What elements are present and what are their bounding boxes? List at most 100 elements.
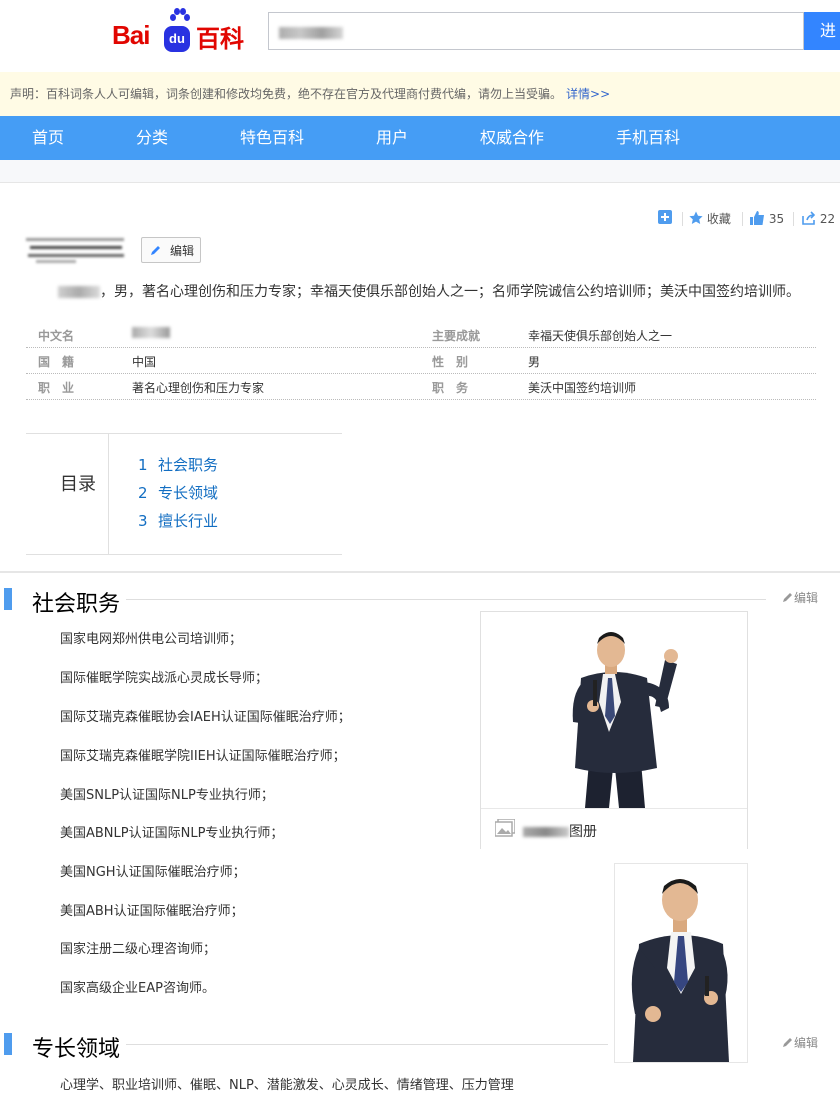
notice-text: 声明：百科词条人人可编辑，词条创建和修改均免费，绝不存在官方及代理商付费代编，请… [10, 87, 563, 101]
paragraph: 国际艾瑞克森催眠协会IAEH认证国际催眠治疗师； [60, 710, 351, 725]
collect-button[interactable]: 收藏 [689, 210, 731, 228]
album-caption: 图册 [523, 821, 597, 841]
info-value: 男 [528, 355, 541, 369]
info-key: 中文名 [38, 329, 75, 343]
info-value: 美沃中国签约培训师 [528, 381, 637, 395]
baidu-baike-logo[interactable]: Bai du 百科 [112, 8, 252, 53]
toc-item-number: 3 [138, 512, 148, 530]
table-of-contents: 目录 1 社会职务 2 专长领域 3 擅长行业 [26, 433, 342, 555]
summary-name-blurred [58, 286, 100, 298]
section-divider [0, 571, 840, 573]
summary-text: ，男，著名心理创伤和压力专家；幸福天使俱乐部创始人之一；名师学院诚信公约培训师；… [100, 284, 800, 300]
info-key: 国 籍 [38, 355, 75, 369]
search-query-blurred [279, 27, 343, 39]
section-rule [126, 599, 766, 600]
add-icon[interactable] [658, 210, 672, 228]
toolbar-divider [793, 212, 794, 226]
basic-info-table: 中文名 主要成就 幸福天使俱乐部创始人之一 国 籍 中国 性 别 男 职 业 著… [26, 322, 816, 400]
toc-item-social[interactable]: 1 社会职务 [138, 454, 218, 475]
paragraph: 国家高级企业EAP咨询师。 [60, 981, 215, 996]
header: Bai du 百科 进 [0, 0, 840, 72]
section-edit-label: 编辑 [794, 591, 819, 605]
info-value: 中国 [132, 355, 157, 369]
star-icon [689, 211, 703, 224]
info-key: 主要成就 [432, 329, 481, 343]
logo-bai: Bai [112, 20, 150, 50]
collect-label: 收藏 [706, 212, 731, 226]
edit-entry-label: 编辑 [170, 244, 195, 258]
paragraph: 国家注册二级心理咨询师； [60, 942, 217, 957]
section-marker [4, 1033, 12, 1055]
toolbar-divider [742, 212, 743, 226]
pencil-icon [783, 1038, 792, 1047]
share-count: 22 [819, 212, 836, 226]
info-key: 职 务 [432, 381, 469, 395]
section-edit-button[interactable]: 编辑 [782, 589, 818, 606]
toc-item-industry[interactable]: 3 擅长行业 [138, 510, 218, 531]
album-footer: 图册 [481, 808, 747, 849]
share-icon [802, 211, 816, 225]
main-nav: 首页 分类 特色百科 用户 权威合作 手机百科 [0, 116, 840, 160]
section-rule [126, 1044, 608, 1045]
nav-item-category[interactable]: 分类 [136, 116, 168, 160]
info-row: 职 业 著名心理创伤和压力专家 职 务 美沃中国签约培训师 [26, 374, 816, 400]
toc-divider [108, 434, 109, 554]
notice-bar: 声明：百科词条人人可编辑，词条创建和修改均免费，绝不存在官方及代理商付费代编，请… [0, 72, 840, 116]
paragraph: 国际催眠学院实战派心灵成长导师； [60, 671, 269, 686]
info-key: 职 业 [38, 381, 75, 395]
search-button[interactable]: 进 [804, 12, 840, 50]
entry-title-blurred [26, 236, 126, 263]
section-edit-label: 编辑 [794, 1036, 819, 1050]
info-row: 国 籍 中国 性 别 男 [26, 348, 816, 374]
thumbs-up-icon [750, 211, 764, 225]
image-gallery-icon [495, 819, 515, 837]
info-value-blurred [132, 327, 170, 341]
section-title-social: 社会职务 [32, 592, 121, 617]
logo-baike: 百科 [196, 25, 244, 53]
paw-icon [170, 8, 190, 26]
paragraph: 美国NGH认证国际催眠治疗师； [60, 865, 246, 880]
nav-item-authority[interactable]: 权威合作 [480, 116, 544, 160]
nav-item-user[interactable]: 用户 [376, 116, 408, 160]
nav-item-featured[interactable]: 特色百科 [240, 116, 304, 160]
section-title-expertise: 专长领域 [32, 1037, 121, 1062]
person-photo-2[interactable] [614, 863, 748, 1063]
notice-detail-link[interactable]: 详情>> [566, 87, 610, 101]
edit-entry-button[interactable]: 编辑 [141, 237, 201, 263]
photo-album[interactable]: 图册 [480, 611, 748, 849]
nav-item-home[interactable]: 首页 [32, 116, 64, 160]
paragraph: 美国SNLP认证国际NLP专业执行师； [60, 788, 274, 803]
info-value: 著名心理创伤和压力专家 [132, 381, 265, 395]
person-photo [631, 879, 729, 1062]
toc-item-number: 2 [138, 484, 148, 502]
toc-item-title: 擅长行业 [158, 512, 219, 530]
paragraph: 美国ABH认证国际催眠治疗师； [60, 904, 244, 919]
share-button[interactable]: 22 [802, 210, 835, 228]
paragraph: 心理学、职业培训师、催眠、NLP、潜能激发、心灵成长、情绪管理、压力管理 [60, 1078, 514, 1093]
like-button[interactable]: 35 [750, 210, 784, 228]
like-count: 35 [768, 212, 785, 226]
toc-item-title: 专长领域 [158, 484, 219, 502]
logo-du: du [164, 26, 190, 52]
toc-label: 目录 [60, 474, 96, 495]
info-key: 性 别 [432, 355, 469, 369]
toc-item-title: 社会职务 [158, 456, 219, 474]
entry-summary: ，男，著名心理创伤和压力专家；幸福天使俱乐部创始人之一；名师学院诚信公约培训师；… [58, 281, 800, 301]
album-name-blurred [523, 827, 569, 837]
paragraph: 国际艾瑞克森催眠学院IIEH认证国际催眠治疗师； [60, 749, 346, 764]
pencil-icon [151, 246, 160, 255]
album-caption-suffix: 图册 [569, 824, 597, 840]
toc-item-number: 1 [138, 456, 148, 474]
search-input[interactable] [268, 12, 804, 50]
paragraph: 美国ABNLP认证国际NLP专业执行师； [60, 826, 284, 841]
pencil-icon [783, 593, 792, 602]
toolbar-divider [682, 212, 683, 226]
info-row: 中文名 主要成就 幸福天使俱乐部创始人之一 [26, 322, 816, 348]
info-value: 幸福天使俱乐部创始人之一 [528, 329, 673, 343]
nav-item-mobile[interactable]: 手机百科 [616, 116, 680, 160]
toc-item-expertise[interactable]: 2 专长领域 [138, 482, 218, 503]
paragraph: 国家电网郑州供电公司培训师； [60, 632, 243, 647]
sub-strip [0, 160, 840, 183]
section-edit-button[interactable]: 编辑 [782, 1034, 818, 1051]
section-marker [4, 588, 12, 610]
